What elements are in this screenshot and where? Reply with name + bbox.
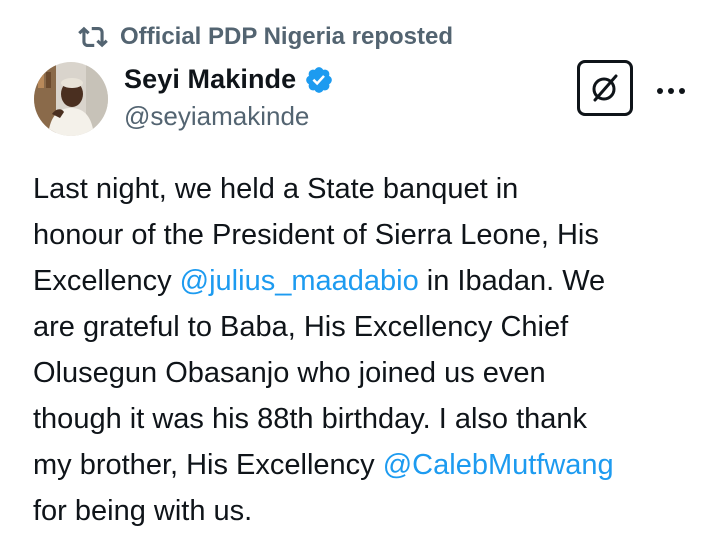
verified-badge-icon[interactable] bbox=[304, 65, 334, 95]
more-options-icon bbox=[656, 87, 686, 95]
tweet-line: honour of the President of Sierra Leone,… bbox=[33, 219, 599, 251]
tweet-line: though it was his 88th birthday. I also … bbox=[33, 403, 588, 435]
repost-icon bbox=[78, 22, 108, 52]
more-options-button[interactable] bbox=[654, 74, 688, 108]
handle[interactable]: @seyiamakinde bbox=[124, 101, 334, 132]
repost-indicator[interactable]: Official PDP Nigeria reposted bbox=[78, 22, 453, 52]
tweet-text-segment: my brother, His Excellency bbox=[33, 449, 383, 481]
repost-label: Official PDP Nigeria reposted bbox=[120, 23, 453, 50]
mention-link-julius-maadabio[interactable]: @julius_maadabio bbox=[180, 265, 419, 297]
mention-link-calebmutfwang[interactable]: @CalebMutfwang bbox=[383, 449, 614, 481]
tweet-line: Olusegun Obasanjo who joined us even bbox=[33, 357, 546, 389]
tweet-line: Excellency @julius_maadabio in Ibadan. W… bbox=[33, 258, 703, 304]
grok-icon bbox=[588, 71, 622, 105]
tweet-text-segment: Excellency bbox=[33, 265, 180, 297]
tweet-line: my brother, His Excellency @CalebMutfwan… bbox=[33, 442, 703, 488]
grok-button[interactable] bbox=[577, 60, 633, 116]
display-name[interactable]: Seyi Makinde bbox=[124, 64, 296, 95]
author-block[interactable]: Seyi Makinde @seyiamakinde bbox=[124, 64, 334, 132]
tweet-line: are grateful to Baba, His Excellency Chi… bbox=[33, 311, 569, 343]
tweet-text: Last night, we held a State banquet in h… bbox=[33, 166, 703, 534]
tweet-line: Last night, we held a State banquet in bbox=[33, 173, 519, 205]
tweet-text-segment: in Ibadan. We bbox=[418, 265, 606, 297]
avatar[interactable] bbox=[34, 62, 108, 136]
tweet-line: for being with us. bbox=[33, 495, 253, 527]
